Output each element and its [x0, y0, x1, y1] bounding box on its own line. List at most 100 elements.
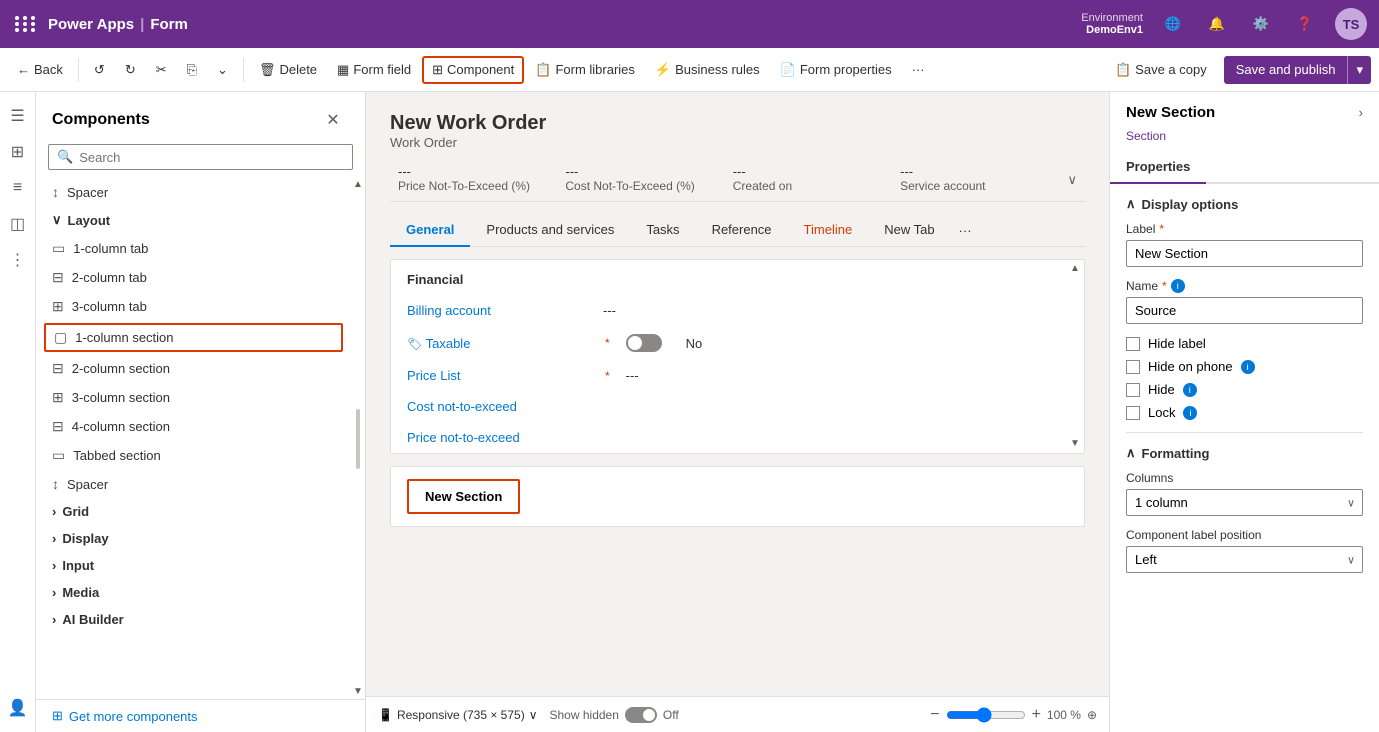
delete-button[interactable]: 🗑 Delete: [250, 57, 326, 83]
display-options-header[interactable]: ∧ Display options: [1126, 196, 1363, 212]
tab-reference[interactable]: Reference: [696, 214, 788, 247]
form-title: New Work Order: [390, 112, 1085, 135]
tag-icon: 🏷: [407, 337, 422, 351]
hide-on-phone-info-icon[interactable]: i: [1241, 360, 1255, 374]
more-options-button[interactable]: ···: [903, 57, 934, 82]
section-scroll-down[interactable]: ▼: [1070, 439, 1084, 449]
media-section-header[interactable]: › Media: [36, 579, 351, 606]
name-input[interactable]: [1126, 297, 1363, 324]
spacer-item[interactable]: ↕ Spacer: [36, 178, 351, 206]
hide-on-phone-checkbox[interactable]: [1126, 360, 1140, 374]
4-column-section-item[interactable]: ⊟ 4-column section: [36, 412, 351, 441]
hide-checkbox[interactable]: [1126, 383, 1140, 397]
3-column-tab-item[interactable]: ⊞ 3-column tab: [36, 292, 351, 321]
1-column-section-item[interactable]: ▢ 1-column section: [44, 323, 343, 352]
copy-button[interactable]: ⎘: [178, 57, 206, 83]
toolbar: ← Back ↺ ↻ ✂ ⎘ ⌄ 🗑 Delete ▦ Form field ⊞…: [0, 48, 1379, 92]
settings-icon[interactable]: ⚙️: [1247, 10, 1275, 38]
show-hidden-toggle[interactable]: [625, 707, 657, 723]
undo-button[interactable]: ↺: [85, 57, 114, 83]
get-more-components[interactable]: ⊞ Get more components: [36, 699, 365, 732]
form-fields-row: --- Price Not-To-Exceed (%) --- Cost Not…: [390, 158, 1085, 202]
columns-select[interactable]: 1 column 2 columns 3 columns 4 columns: [1126, 489, 1363, 516]
environment-value: DemoEnv1: [1086, 24, 1143, 36]
hide-info-icon[interactable]: i: [1183, 383, 1197, 397]
user-avatar[interactable]: TS: [1335, 8, 1367, 40]
left-side-icons: ☰ ⊞ ≡ ◫ ⋮ 👤: [0, 92, 36, 732]
responsive-button[interactable]: 📱 Responsive (735 × 575) ∨: [378, 708, 538, 722]
tabbed-section-item[interactable]: ▭ Tabbed section: [36, 441, 351, 470]
cut-button[interactable]: ✂: [147, 57, 176, 83]
name-info-icon[interactable]: i: [1171, 279, 1185, 293]
zoom-target-icon[interactable]: ⊕: [1087, 708, 1097, 722]
label-input[interactable]: [1126, 240, 1363, 267]
nav-separator: |: [140, 16, 144, 33]
tab-products[interactable]: Products and services: [470, 214, 630, 247]
2-column-section-item[interactable]: ⊟ 2-column section: [36, 354, 351, 383]
hide-label-checkbox[interactable]: [1126, 337, 1140, 351]
2-column-tab-item[interactable]: ⊟ 2-column tab: [36, 263, 351, 292]
layout-icon[interactable]: ⊞: [2, 136, 34, 168]
back-button[interactable]: ← Back: [8, 57, 72, 82]
layers-icon[interactable]: ◫: [2, 208, 34, 240]
search-box[interactable]: 🔍: [48, 144, 353, 170]
component-button[interactable]: ⊞ Component: [422, 56, 524, 84]
section-scroll-up[interactable]: ▲: [1070, 264, 1084, 274]
save-publish-main[interactable]: Save and publish: [1224, 56, 1348, 83]
layout-spacer-item[interactable]: ↕ Spacer: [36, 470, 351, 498]
right-panel-header: New Section ›: [1110, 92, 1379, 129]
tab-new-tab[interactable]: New Tab: [868, 214, 950, 247]
taxable-toggle[interactable]: [626, 334, 662, 352]
redo-button[interactable]: ↻: [116, 57, 145, 83]
hamburger-icon[interactable]: ☰: [2, 100, 34, 132]
lock-info-icon[interactable]: i: [1183, 406, 1197, 420]
save-publish-dropdown[interactable]: ▾: [1347, 56, 1371, 84]
components-title: Components: [52, 111, 150, 129]
bell-icon[interactable]: 🔔: [1203, 10, 1231, 38]
search-input[interactable]: [79, 150, 344, 165]
tab-more[interactable]: ···: [951, 215, 980, 246]
zoom-value: 100 %: [1047, 708, 1081, 722]
save-publish-button[interactable]: Save and publish ▾: [1224, 56, 1371, 84]
input-section-header[interactable]: › Input: [36, 552, 351, 579]
grid-section-header[interactable]: › Grid: [36, 498, 351, 525]
tab-tasks[interactable]: Tasks: [630, 214, 695, 247]
label-position-select[interactable]: Left Top Right: [1126, 546, 1363, 573]
name-field: Name * i: [1126, 279, 1363, 324]
chevron-right-ai-icon: ›: [52, 612, 56, 627]
form-field-button[interactable]: ▦ Form field: [328, 57, 420, 83]
collapse-display-icon: ∧: [1126, 196, 1136, 212]
form-properties-button[interactable]: 📄 Form properties: [771, 57, 901, 83]
business-rules-button[interactable]: ⚡ Business rules: [646, 57, 769, 83]
tab-properties[interactable]: Properties: [1110, 151, 1206, 184]
zoom-minus-button[interactable]: −: [930, 706, 939, 724]
help-icon[interactable]: ❓: [1291, 10, 1319, 38]
apps-grid-icon[interactable]: [12, 10, 40, 38]
save-copy-button[interactable]: 📋 Save a copy: [1102, 55, 1220, 85]
columns-field: Columns 1 column 2 columns 3 columns 4 c…: [1126, 471, 1363, 516]
zoom-plus-button[interactable]: +: [1032, 706, 1041, 724]
lock-checkbox[interactable]: [1126, 406, 1140, 420]
fields-icon[interactable]: ≡: [2, 172, 34, 204]
more-down-button[interactable]: ⌄: [208, 57, 237, 83]
tab-general[interactable]: General: [390, 214, 470, 247]
scroll-down-arrow[interactable]: ▼: [353, 687, 363, 697]
center-right-area: New Work Order Work Order --- Price Not-…: [366, 92, 1379, 732]
form-libraries-button[interactable]: 📋 Form libraries: [526, 57, 644, 83]
tree-icon[interactable]: ⋮: [2, 244, 34, 276]
globe-icon[interactable]: 🌐: [1159, 10, 1187, 38]
field-price-not-exceed: --- Price Not-To-Exceed (%): [390, 158, 557, 201]
fields-row-chevron[interactable]: ∨: [1060, 158, 1086, 201]
users-icon[interactable]: 👤: [2, 692, 34, 724]
layout-section-header[interactable]: ∨ Layout: [36, 206, 351, 234]
formatting-header[interactable]: ∧ Formatting: [1126, 445, 1363, 461]
tab-timeline[interactable]: Timeline: [788, 214, 869, 247]
3-column-section-item[interactable]: ⊞ 3-column section: [36, 383, 351, 412]
close-panel-icon[interactable]: ✕: [317, 104, 349, 136]
ai-builder-section-header[interactable]: › AI Builder: [36, 606, 351, 633]
1-column-tab-item[interactable]: ▭ 1-column tab: [36, 234, 351, 263]
new-section-box[interactable]: New Section: [407, 479, 520, 514]
scroll-up-arrow[interactable]: ▲: [353, 180, 363, 190]
zoom-slider[interactable]: [946, 707, 1026, 723]
display-section-header[interactable]: › Display: [36, 525, 351, 552]
